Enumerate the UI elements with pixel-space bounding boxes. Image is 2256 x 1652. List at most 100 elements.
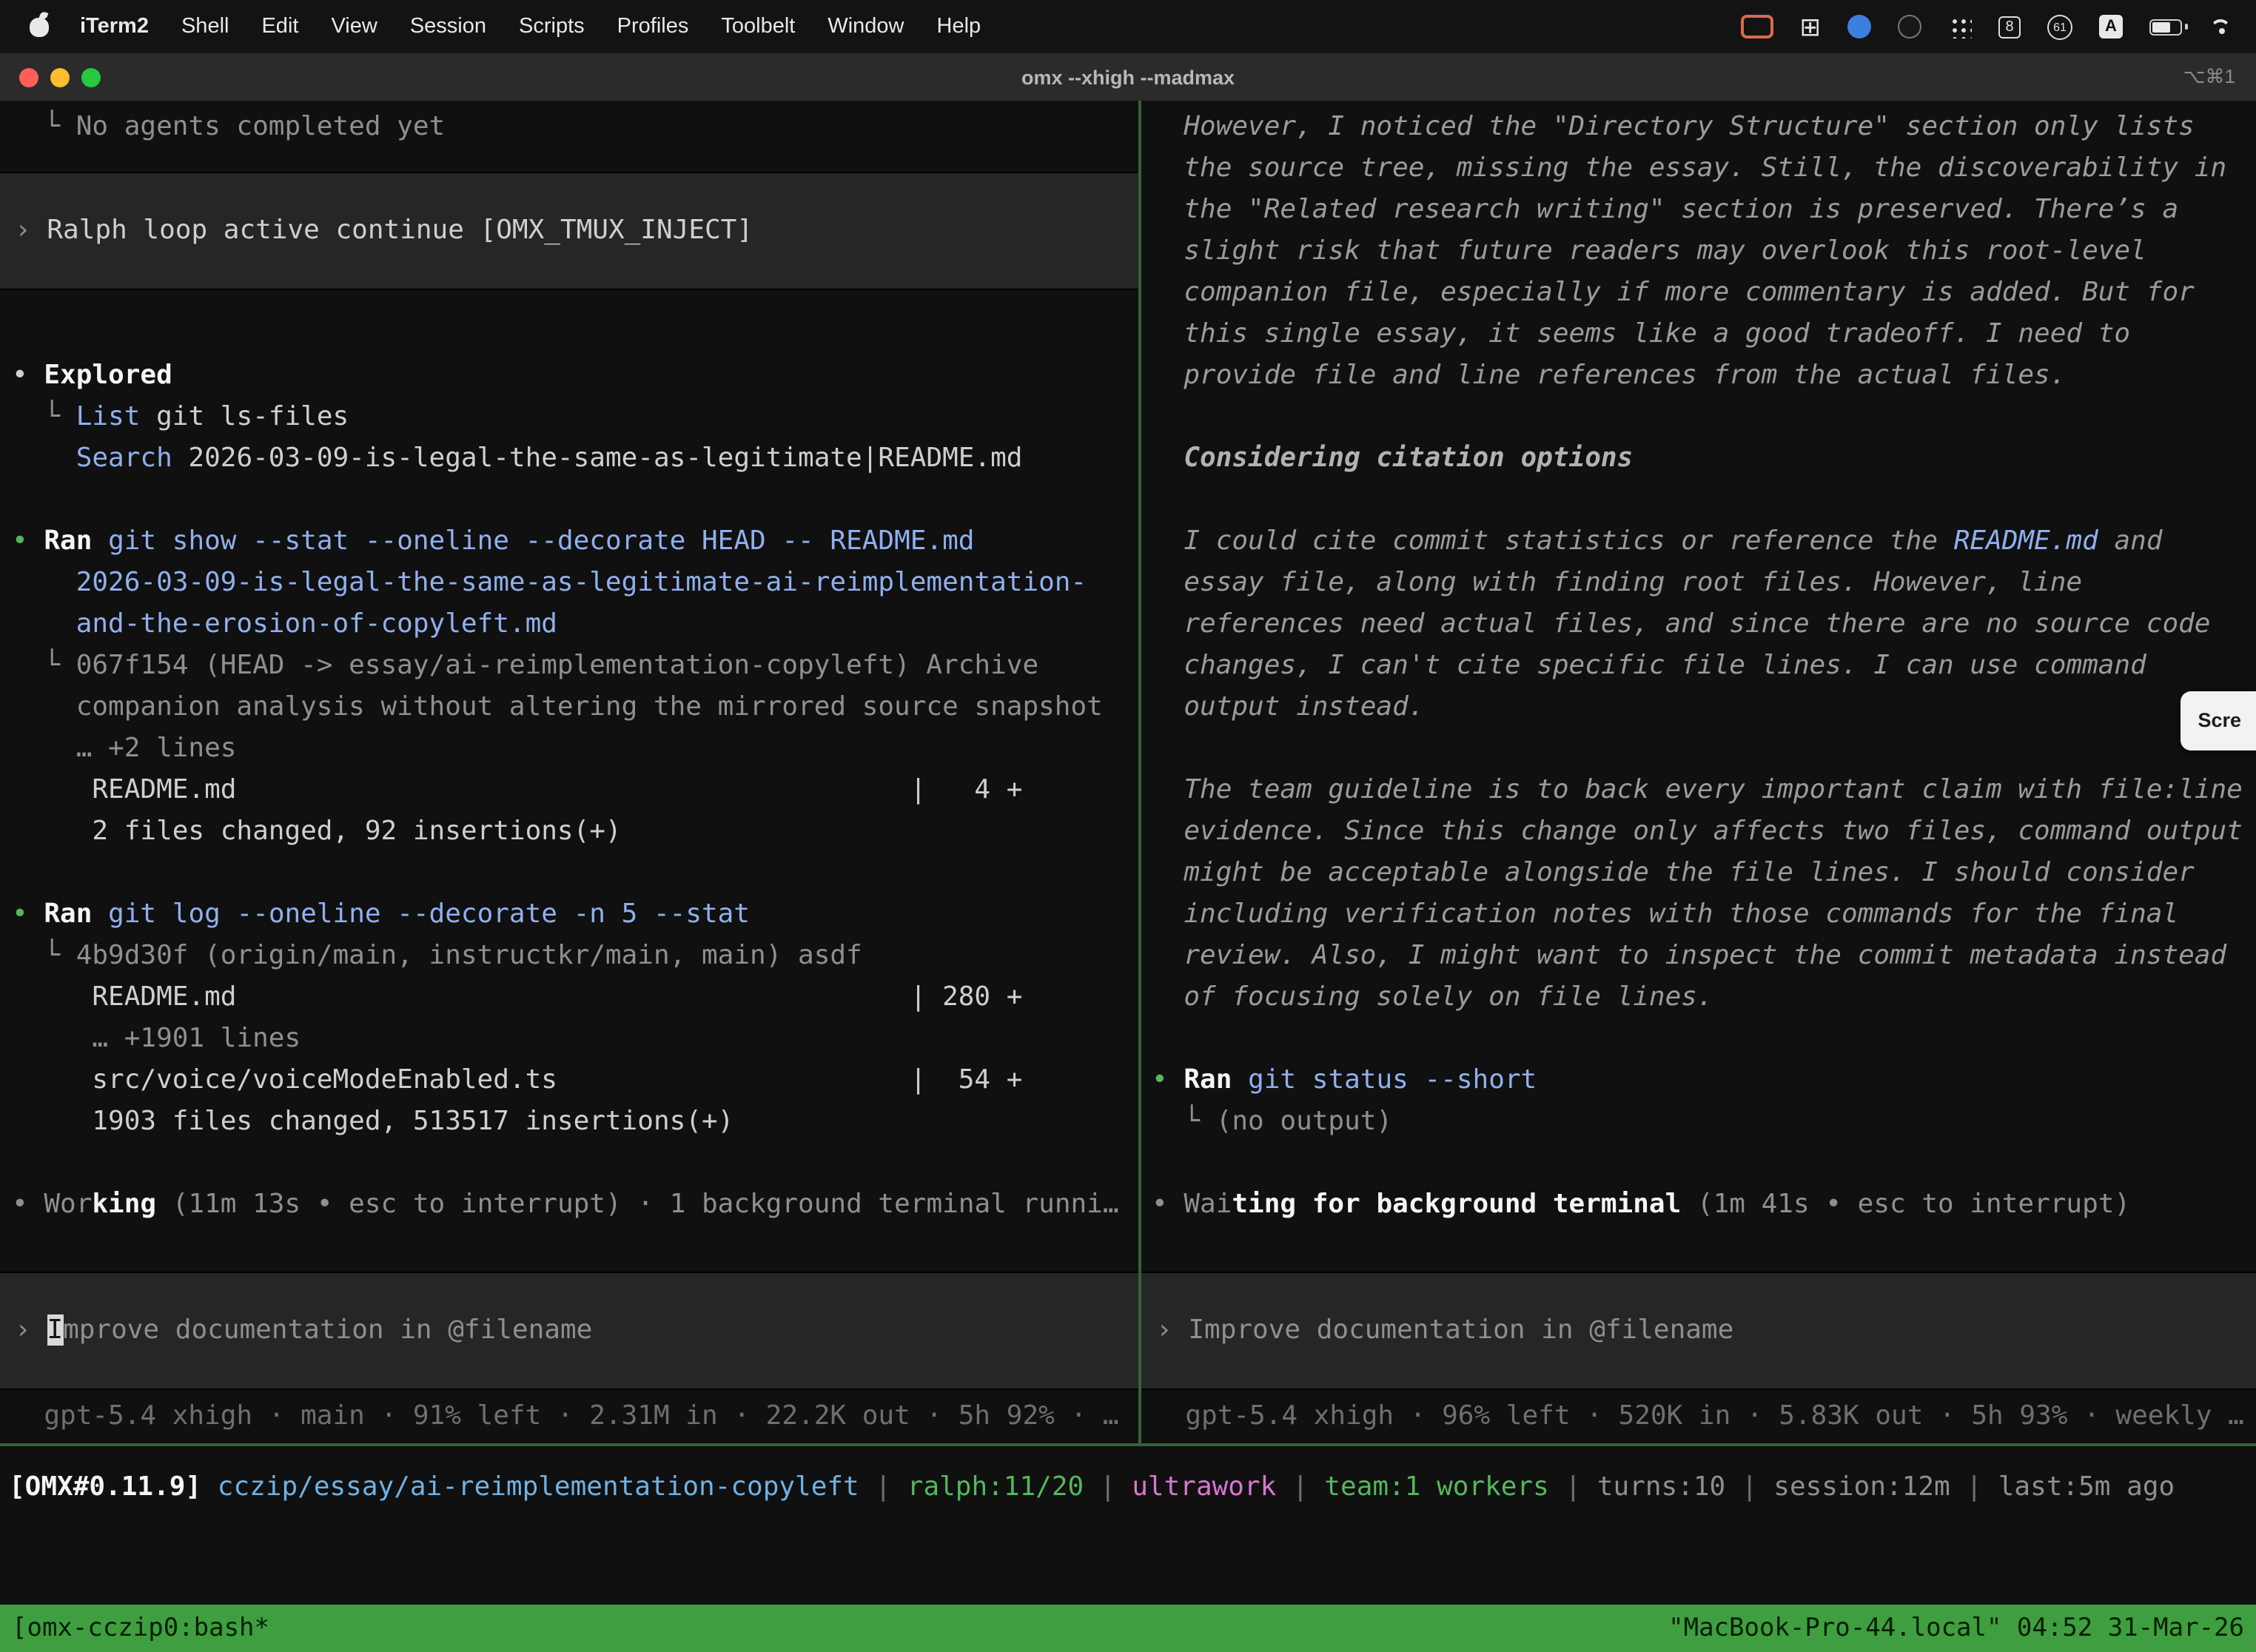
terminal-line: README.md | 4 + xyxy=(12,770,1138,811)
text-segment: • Wai xyxy=(1152,1189,1232,1220)
text-segment: • xyxy=(12,899,44,930)
text-segment: README.md xyxy=(1954,526,2098,557)
text-segment: slight risk that future readers may over… xyxy=(1152,235,2146,266)
terminal-line: of focusing solely on file lines. xyxy=(1152,977,2256,1018)
key-8-icon[interactable]: 8 xyxy=(1998,16,2021,38)
terminal-line: 1903 files changed, 513517 insertions(+) xyxy=(12,1101,1138,1143)
window-shortcut-badge: ⌥⌘1 xyxy=(2183,65,2256,89)
terminal-line: changes, I can't cite specific file line… xyxy=(1152,645,2256,687)
terminal-line: companion analysis without altering the … xyxy=(12,687,1138,728)
text-segment: … +1901 lines xyxy=(12,1023,301,1054)
dots-grid-icon[interactable] xyxy=(1948,15,1972,38)
tmux-pane-right[interactable]: However, I noticed the "Directory Struct… xyxy=(1141,101,2256,1443)
close-button[interactable] xyxy=(19,67,38,87)
omx-status-bar: [OMX#0.11.9] cczip/essay/ai-reimplementa… xyxy=(0,1455,2256,1520)
text-segment: evidence. Since this change only affects… xyxy=(1152,816,2243,847)
menu-bar: iTerm2ShellEditViewSessionScriptsProfile… xyxy=(0,0,2256,53)
dark-app-icon[interactable] xyxy=(1898,15,1921,38)
screen-control-overlay[interactable]: Scre xyxy=(2180,691,2256,751)
text-segment: session:12m xyxy=(1773,1467,1950,1508)
terminal-line xyxy=(12,314,1138,355)
text-segment: and-the-erosion-of-copyleft.md xyxy=(12,608,557,639)
menu-item-profiles[interactable]: Profiles xyxy=(601,15,705,38)
terminal-line: the "Related research writing" section i… xyxy=(1152,189,2256,231)
menu-item-shell[interactable]: Shell xyxy=(165,15,246,38)
menu-item-session[interactable]: Session xyxy=(394,15,503,38)
terminal-line: └ No agents completed yet xyxy=(12,107,1138,148)
battery-icon[interactable] xyxy=(2149,19,2182,35)
text-segment: The team guideline is to back every impo… xyxy=(1152,774,2243,805)
badge-61-icon[interactable]: 61 xyxy=(2047,14,2072,39)
tmux-host-clock: "MacBook-Pro-44.local" 04:52 31-Mar-26 xyxy=(1668,1608,2244,1649)
terminal-line: • Explored xyxy=(12,355,1138,397)
menu-item-toolbelt[interactable]: Toolbelt xyxy=(705,15,811,38)
text-segment: └ (no output) xyxy=(1152,1106,1392,1137)
text-segment: git log --oneline --decorate -n 5 --stat xyxy=(92,899,750,930)
input-source-icon[interactable]: A xyxy=(2099,15,2123,38)
terminal-line: 2026-03-09-is-legal-the-same-as-legitima… xyxy=(12,563,1138,604)
tmux-session-label: [omx-cczip0:bash* xyxy=(12,1608,269,1649)
menu-items: iTerm2ShellEditViewSessionScriptsProfile… xyxy=(64,15,997,38)
text-segment: git ls-files xyxy=(140,401,349,432)
text-segment: references need actual files, and since … xyxy=(1152,608,2211,639)
terminal-line: output instead. xyxy=(1152,687,2256,728)
menu-item-scripts[interactable]: Scripts xyxy=(503,15,601,38)
text-segment: | xyxy=(1725,1467,1773,1508)
pane-divider-horizontal[interactable] xyxy=(0,1443,2256,1446)
text-segment: | xyxy=(1276,1467,1324,1508)
terminal-line: this single essay, it seems like a good … xyxy=(1152,314,2256,355)
text-segment: | xyxy=(1950,1467,1998,1508)
text-segment: git status --short xyxy=(1232,1064,1537,1095)
terminal-line: the source tree, missing the essay. Stil… xyxy=(1152,148,2256,189)
tmux-pane-left[interactable]: └ No agents completed yet › Ralph loop a… xyxy=(0,101,1138,1443)
apple-menu-icon[interactable] xyxy=(30,17,49,36)
menu-item-view[interactable]: View xyxy=(315,15,393,38)
prompt-input-right[interactable]: › Improve documentation in @filename xyxy=(1141,1272,2256,1390)
text-segment: the source tree, missing the essay. Stil… xyxy=(1152,152,2226,184)
ralph-loop-banner: › Ralph loop active continue [OMX_TMUX_I… xyxy=(0,172,1138,290)
text-segment: essay file, along with finding root file… xyxy=(1152,567,2082,598)
text-segment: └ 067f154 (HEAD -> essay/ai-reimplementa… xyxy=(12,650,1038,681)
text-segment: 2 files changed, 92 insertions(+) xyxy=(12,816,622,847)
wifi-icon[interactable] xyxy=(2209,17,2235,36)
terminal-line: • Ran git status --short xyxy=(1152,1060,2256,1101)
minimize-button[interactable] xyxy=(50,67,70,87)
menu-item-iterm2[interactable]: iTerm2 xyxy=(64,15,165,38)
terminal-line: might be acceptable alongside the file l… xyxy=(1152,853,2256,894)
pane-divider-vertical[interactable] xyxy=(1138,101,1141,1446)
terminal-line: … +1901 lines xyxy=(12,1018,1138,1060)
text-segment: Ralph loop active continue [OMX_TMUX_INJ… xyxy=(47,215,753,246)
text-segment: … +2 lines xyxy=(12,733,236,764)
text-segment: However, I noticed the "Directory Struct… xyxy=(1152,111,2195,142)
text-segment: I xyxy=(47,1314,63,1346)
grid-icon[interactable]: ⊞ xyxy=(1800,14,1822,39)
terminal-line xyxy=(1152,397,2256,438)
window-title: omx --xhigh --madmax xyxy=(0,66,2256,88)
terminal-line xyxy=(1152,1143,2256,1184)
text-segment: | xyxy=(859,1467,907,1508)
terminal-line xyxy=(12,853,1138,894)
text-segment: • Wor xyxy=(12,1189,92,1220)
prompt-input-left[interactable]: › Improve documentation in @filename xyxy=(0,1272,1138,1390)
screen-recording-icon[interactable] xyxy=(1741,15,1773,38)
text-segment: README.md | 280 + xyxy=(12,981,1022,1013)
menu-item-window[interactable]: Window xyxy=(811,15,920,38)
text-segment: including verification notes with those … xyxy=(1152,899,2178,930)
blue-app-icon[interactable] xyxy=(1847,15,1871,38)
terminal-line: However, I noticed the "Directory Struct… xyxy=(1152,107,2256,148)
text-segment: might be acceptable alongside the file l… xyxy=(1152,857,2195,888)
zoom-button[interactable] xyxy=(81,67,101,87)
terminal-line: … +2 lines xyxy=(12,728,1138,770)
text-segment: └ xyxy=(12,401,76,432)
text-segment: Explored xyxy=(44,360,172,391)
text-segment: mprove documentation in @filename xyxy=(63,1314,592,1346)
text-segment: • xyxy=(1152,1064,1184,1095)
menu-item-help[interactable]: Help xyxy=(921,15,998,38)
text-segment: king xyxy=(92,1189,156,1220)
terminal-line: Search 2026-03-09-is-legal-the-same-as-l… xyxy=(12,438,1138,480)
menu-item-edit[interactable]: Edit xyxy=(245,15,315,38)
terminal-line: src/voice/voiceModeEnabled.ts | 54 + xyxy=(12,1060,1138,1101)
terminal-line: companion file, especially if more comme… xyxy=(1152,272,2256,314)
terminal-line: evidence. Since this change only affects… xyxy=(1152,811,2256,853)
text-segment: turns:10 xyxy=(1597,1467,1725,1508)
